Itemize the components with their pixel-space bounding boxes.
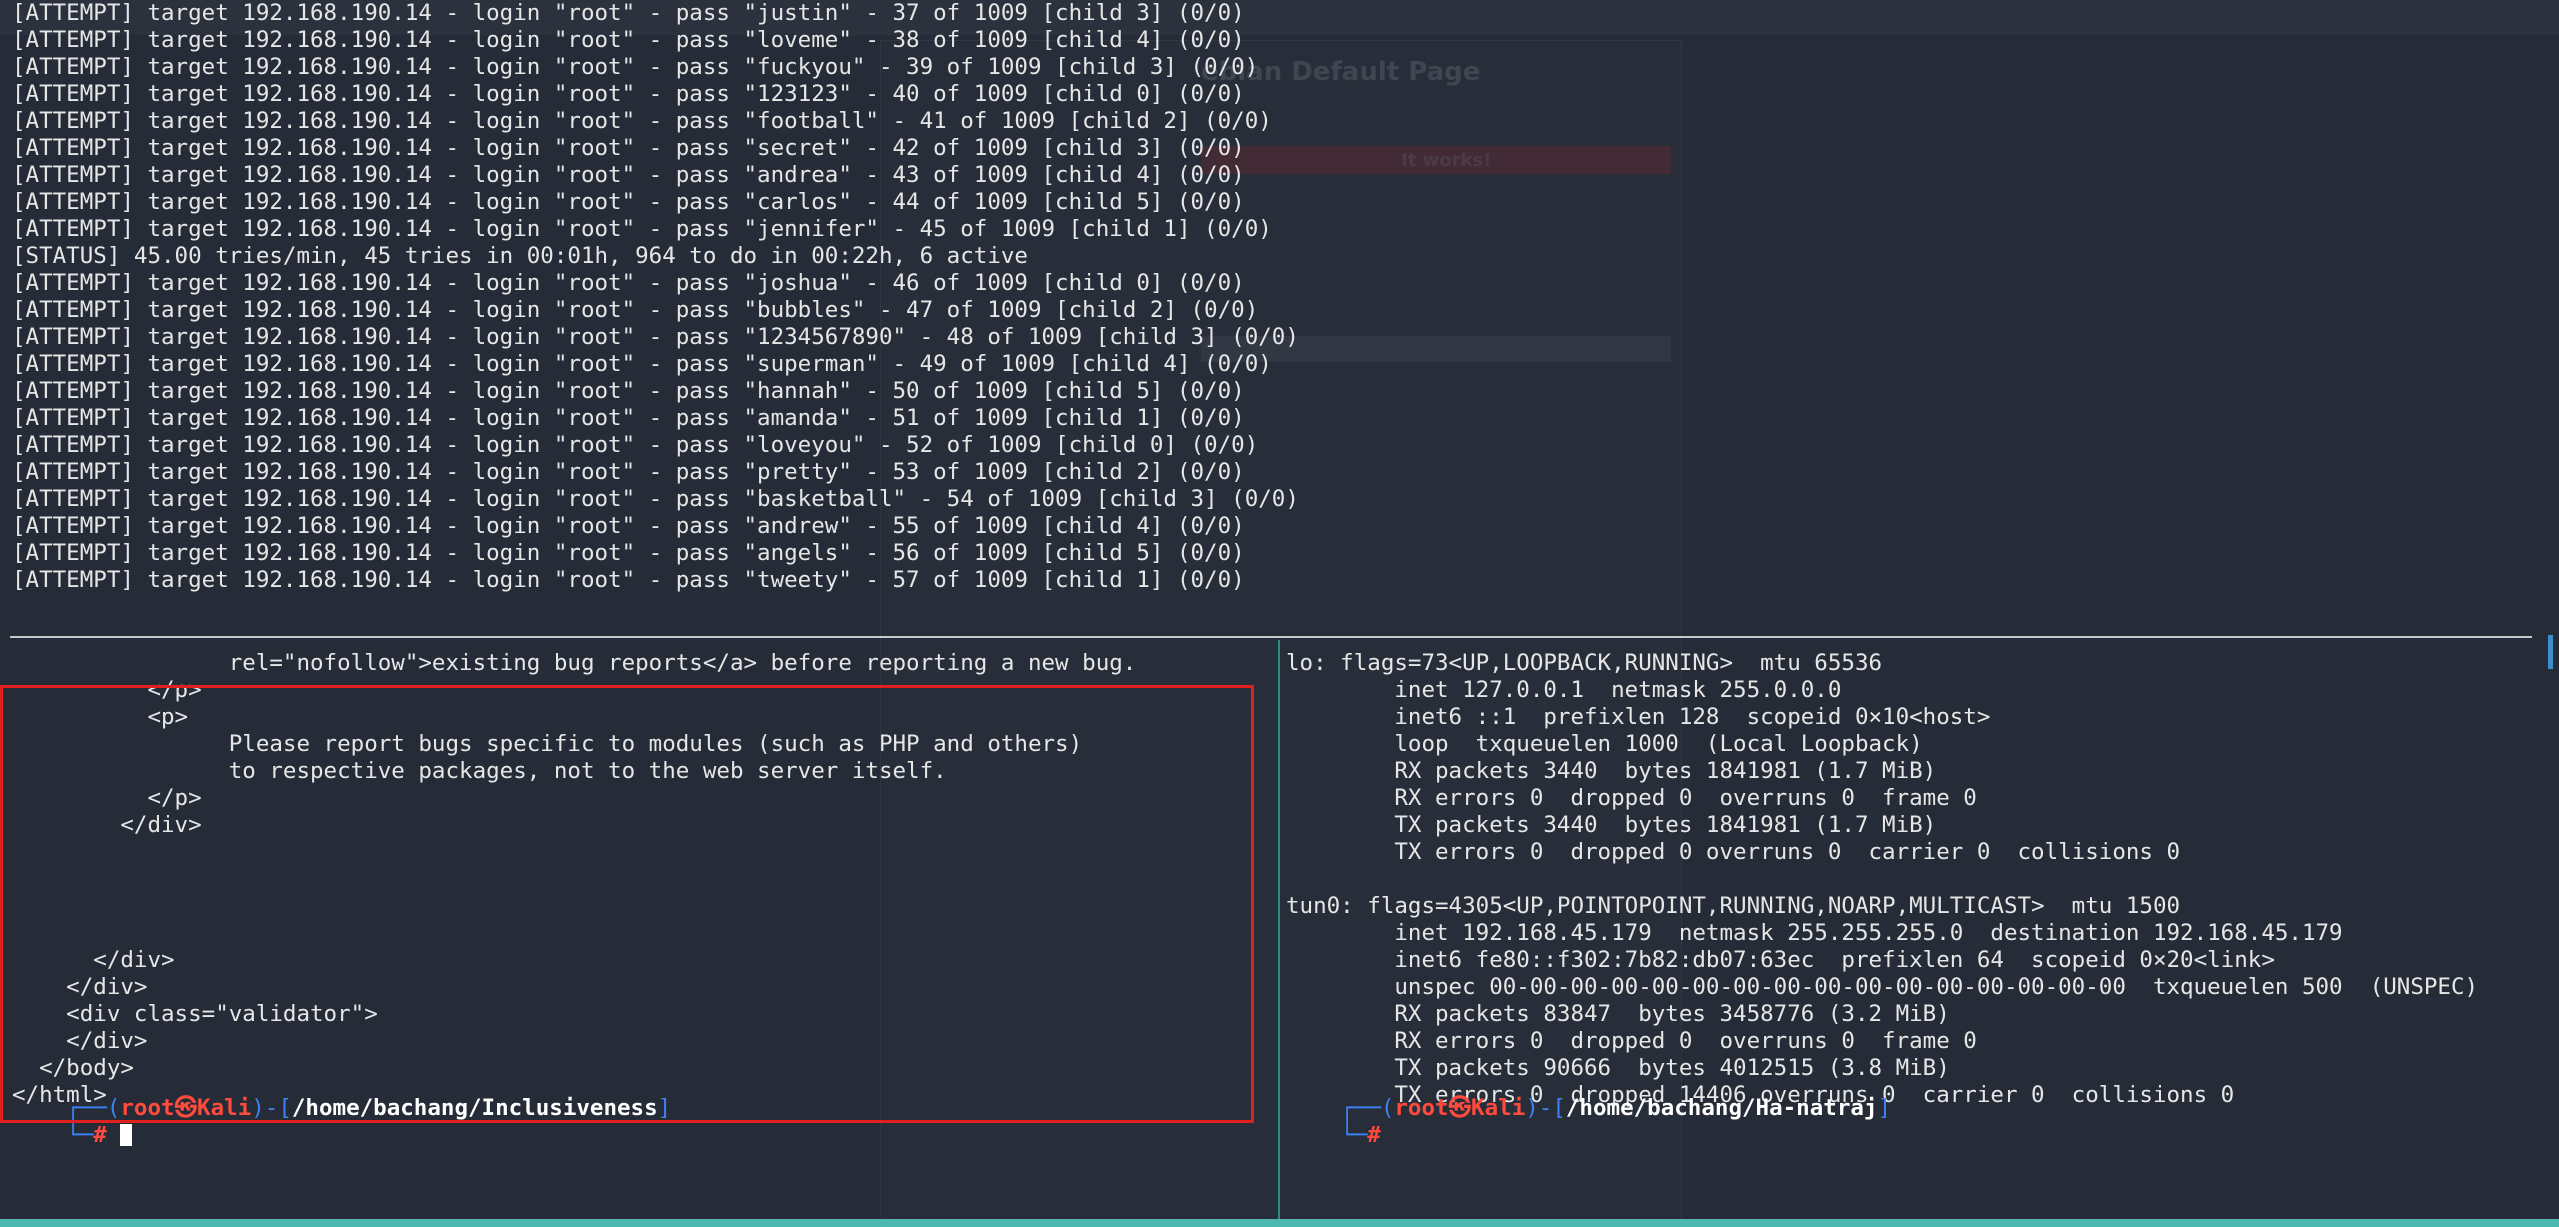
terminal-line: RX errors 0 dropped 0 overruns 0 frame 0	[1286, 785, 1977, 811]
terminal-line: [ATTEMPT] target 192.168.190.14 - login …	[12, 135, 1245, 161]
terminal-line: TX packets 3440 bytes 1841981 (1.7 MiB)	[1286, 812, 1937, 838]
terminal-line: tun0: flags=4305<UP,POINTOPOINT,RUNNING,…	[1286, 893, 2181, 919]
prompt-bracket: ]	[1877, 1095, 1891, 1121]
terminal-line: [ATTEMPT] target 192.168.190.14 - login …	[12, 54, 1259, 80]
pane-divider-horizontal[interactable]	[10, 636, 2532, 638]
prompt-corner: └─	[66, 1122, 94, 1148]
prompt-hash: #	[1367, 1122, 1381, 1148]
terminal-line: [ATTEMPT] target 192.168.190.14 - login …	[12, 270, 1245, 296]
prompt-user: root㉿Kali	[1394, 1095, 1526, 1121]
shell-prompt-input-line[interactable]: └─#	[1286, 1095, 1381, 1176]
terminal-line: RX packets 83847 bytes 3458776 (3.2 MiB)	[1286, 1001, 1950, 1027]
terminal-line: [ATTEMPT] target 192.168.190.14 - login …	[12, 432, 1259, 458]
terminal-line: inet 127.0.0.1 netmask 255.0.0.0	[1286, 677, 1842, 703]
hydra-output: [ATTEMPT] target 192.168.190.14 - login …	[12, 0, 1299, 594]
prompt-path: /home/bachang/Ha-natraj	[1565, 1095, 1878, 1121]
terminal-pane-top[interactable]: [ATTEMPT] target 192.168.190.14 - login …	[0, 0, 2540, 637]
terminal-line: [ATTEMPT] target 192.168.190.14 - login …	[12, 162, 1245, 188]
terminal-line: lo: flags=73<UP,LOOPBACK,RUNNING> mtu 65…	[1286, 650, 1883, 676]
terminal-line: [ATTEMPT] target 192.168.190.14 - login …	[12, 513, 1245, 539]
terminal-line: [ATTEMPT] target 192.168.190.14 - login …	[12, 324, 1299, 350]
prompt-corner: └─	[1340, 1122, 1368, 1148]
terminal-line: inet 192.168.45.179 netmask 255.255.255.…	[1286, 920, 2343, 946]
terminal-line: [ATTEMPT] target 192.168.190.14 - login …	[12, 108, 1272, 134]
terminal-line: [ATTEMPT] target 192.168.190.14 - login …	[12, 486, 1299, 512]
prompt-hash: #	[93, 1122, 107, 1148]
terminal-line: [ATTEMPT] target 192.168.190.14 - login …	[12, 0, 1245, 26]
terminal-line: TX errors 0 dropped 0 overruns 0 carrier…	[1286, 839, 2181, 865]
terminal-line: [ATTEMPT] target 192.168.190.14 - login …	[12, 540, 1245, 566]
terminal-line: [ATTEMPT] target 192.168.190.14 - login …	[12, 27, 1245, 53]
terminal-line: [ATTEMPT] target 192.168.190.14 - login …	[12, 81, 1245, 107]
terminal-line: [ATTEMPT] target 192.168.190.14 - login …	[12, 189, 1245, 215]
terminal-line: [ATTEMPT] target 192.168.190.14 - login …	[12, 351, 1272, 377]
terminal-line: [STATUS] 45.00 tries/min, 45 tries in 00…	[12, 243, 1028, 269]
highlight-box	[0, 685, 1254, 1123]
terminal-line: inet6 fe80::f302:7b82:db07:63ec prefixle…	[1286, 947, 2275, 973]
terminal-line: RX packets 3440 bytes 1841981 (1.7 MiB)	[1286, 758, 1937, 784]
terminal-pane-bottom-right[interactable]: lo: flags=73<UP,LOOPBACK,RUNNING> mtu 65…	[1282, 640, 2552, 1220]
prompt-bracket: )-[	[1525, 1095, 1566, 1121]
terminal-line: [ATTEMPT] target 192.168.190.14 - login …	[12, 297, 1259, 323]
terminal-line: [ATTEMPT] target 192.168.190.14 - login …	[12, 405, 1245, 431]
terminal-line: [ATTEMPT] target 192.168.190.14 - login …	[12, 567, 1245, 593]
tmux-status-bar	[0, 1219, 2559, 1227]
terminal-line: [ATTEMPT] target 192.168.190.14 - login …	[12, 216, 1272, 242]
terminal-line: [ATTEMPT] target 192.168.190.14 - login …	[12, 459, 1245, 485]
text-cursor[interactable]	[120, 1124, 133, 1146]
terminal-line: [ATTEMPT] target 192.168.190.14 - login …	[12, 378, 1245, 404]
terminal-line: loop txqueuelen 1000 (Local Loopback)	[1286, 731, 1923, 757]
pane-divider-vertical[interactable]	[1278, 640, 1280, 1220]
terminal-line: unspec 00-00-00-00-00-00-00-00-00-00-00-…	[1286, 974, 2479, 1000]
terminal-line: rel="nofollow">existing bug reports</a> …	[12, 650, 1137, 676]
terminal-line: inet6 ::1 prefixlen 128 scopeid 0×10<hos…	[1286, 704, 1991, 730]
terminal-line: RX errors 0 dropped 0 overruns 0 frame 0	[1286, 1028, 1977, 1054]
ifconfig-output: lo: flags=73<UP,LOOPBACK,RUNNING> mtu 65…	[1286, 650, 2478, 1109]
